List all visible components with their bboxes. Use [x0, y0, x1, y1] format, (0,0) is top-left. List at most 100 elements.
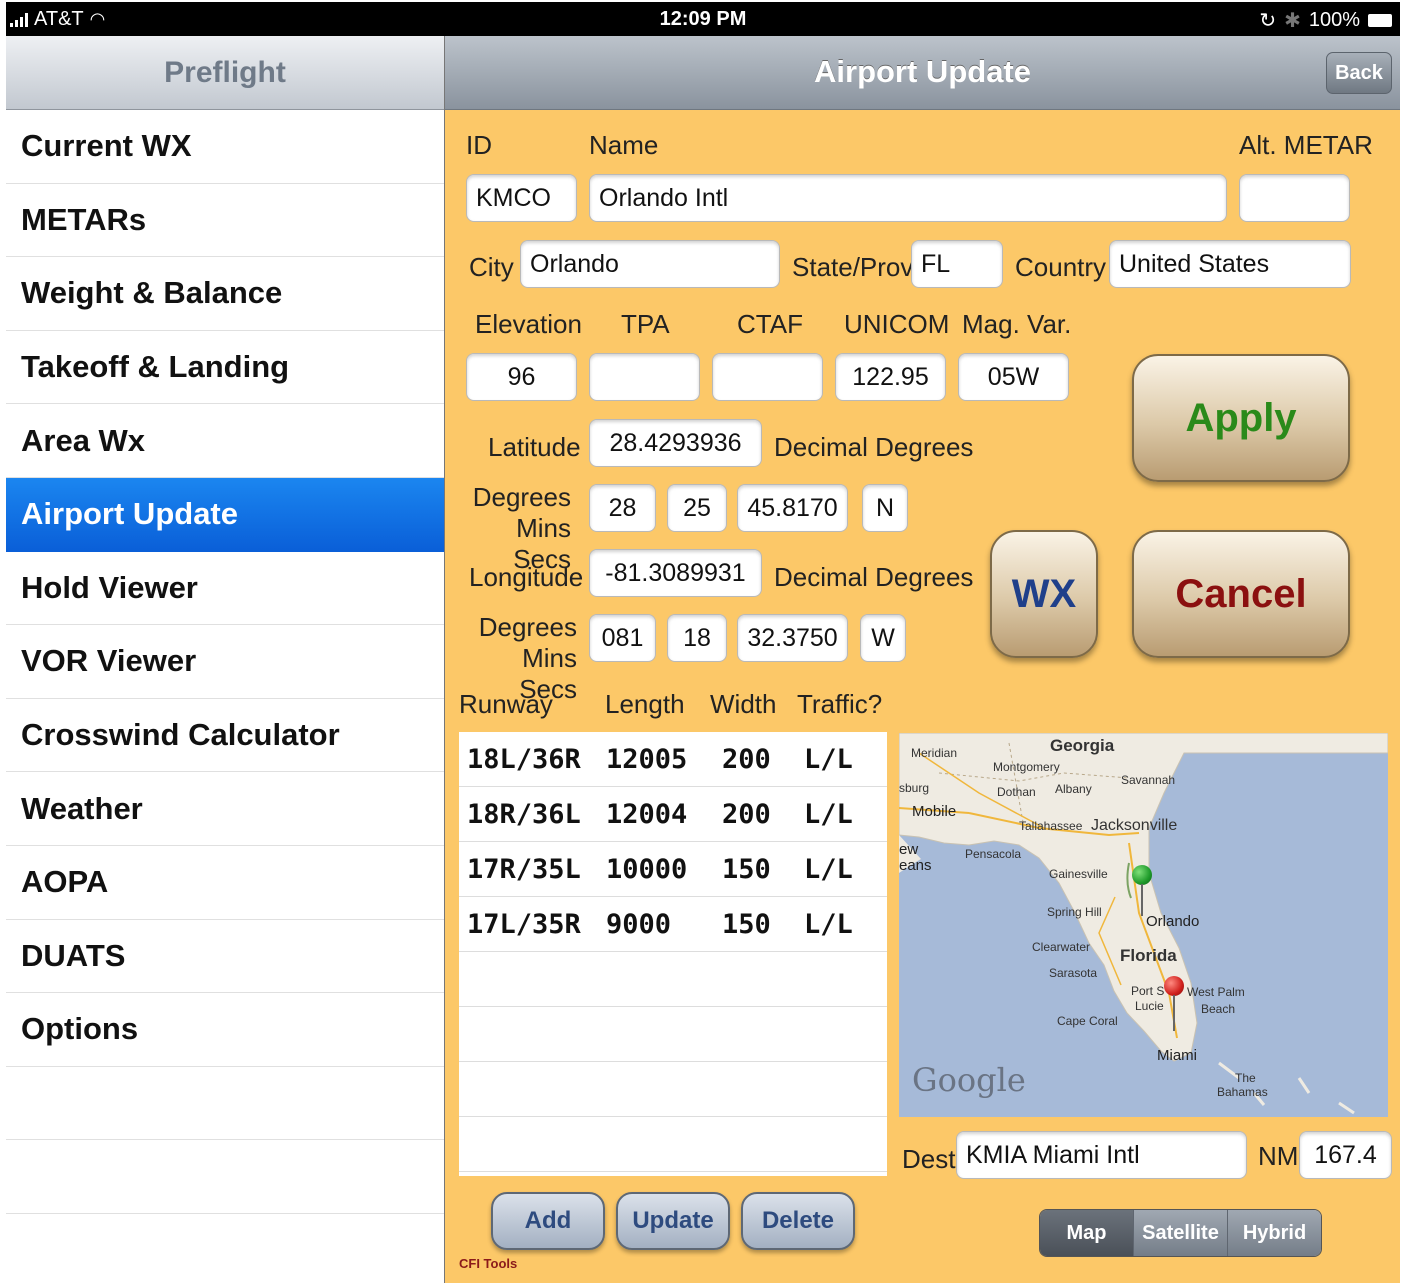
- map-label-mobile: Mobile: [912, 803, 957, 820]
- map-label-savannah: Savannah: [1121, 773, 1176, 787]
- lat-minutes-field[interactable]: 25: [667, 484, 727, 532]
- table-row[interactable]: 17R/35L 10000 150 L/L: [459, 842, 887, 897]
- page-title: Airport Update: [814, 54, 1031, 89]
- status-bar: AT&T ◠ 12:09 PM ↻ ✱ 100%: [6, 2, 1400, 36]
- table-row-empty[interactable]: [459, 1062, 887, 1117]
- table-row[interactable]: 17L/35R 9000 150 L/L: [459, 897, 887, 952]
- lat-degrees-field[interactable]: 28: [589, 484, 656, 532]
- add-runway-button[interactable]: Add: [491, 1192, 605, 1250]
- origin-pin-icon[interactable]: [1132, 865, 1152, 885]
- bluetooth-icon: ✱: [1284, 10, 1301, 32]
- state-field[interactable]: FL: [911, 240, 1003, 288]
- brand-label: CFI Tools: [459, 1256, 518, 1271]
- map-label-dothan: Dothan: [997, 785, 1036, 799]
- apply-button[interactable]: Apply: [1132, 354, 1350, 482]
- menu-empty-row: [6, 1214, 444, 1283]
- cancel-button[interactable]: Cancel: [1132, 530, 1350, 658]
- battery-icon: [1368, 14, 1392, 27]
- ctaf-label: CTAF: [737, 309, 803, 339]
- map-type-hybrid[interactable]: Hybrid: [1227, 1210, 1321, 1256]
- route-map[interactable]: Georgia Meridian Montgomery Savannah Dot…: [899, 733, 1388, 1117]
- map-label-cape-coral: Cape Coral: [1057, 1014, 1118, 1028]
- name-field[interactable]: Orlando Intl: [589, 174, 1227, 222]
- city-field[interactable]: Orlando: [520, 240, 780, 288]
- map-label-port-st: Port S: [1131, 984, 1165, 998]
- table-row[interactable]: 18R/36L 12004 200 L/L: [459, 787, 887, 842]
- table-row-empty[interactable]: [459, 952, 887, 1007]
- preflight-sidebar: Preflight Current WX METARs Weight & Bal…: [6, 36, 444, 1283]
- id-field[interactable]: KMCO: [466, 174, 577, 222]
- map-label-montgomery: Montgomery: [993, 760, 1060, 774]
- longitude-label: Longitude: [469, 562, 584, 592]
- map-type-satellite[interactable]: Satellite: [1133, 1210, 1227, 1256]
- lon-hemisphere-field[interactable]: W: [860, 614, 906, 662]
- map-label-jacksonville: Jacksonville: [1091, 817, 1178, 834]
- alt-metar-field[interactable]: [1239, 174, 1350, 222]
- lon-decimal-degrees-label: Decimal Degrees: [774, 562, 974, 592]
- menu-item-duats[interactable]: DUATS: [6, 920, 444, 994]
- menu-item-options[interactable]: Options: [6, 993, 444, 1067]
- runway-header: Runway: [459, 689, 553, 719]
- menu-item-weight-balance[interactable]: Weight & Balance: [6, 257, 444, 331]
- map-type-map[interactable]: Map: [1040, 1210, 1133, 1256]
- lon-seconds-field[interactable]: 32.3750: [737, 614, 848, 662]
- alt-metar-label: Alt. METAR: [1239, 130, 1373, 160]
- map-type-selector: Map Satellite Hybrid: [1039, 1209, 1322, 1257]
- menu-item-area-wx[interactable]: Area Wx: [6, 404, 444, 478]
- origin-pin-stem: [1141, 884, 1143, 916]
- dest-field[interactable]: KMIA Miami Intl: [956, 1131, 1247, 1179]
- dest-pin-icon[interactable]: [1164, 976, 1184, 996]
- map-label-gainesville: Gainesville: [1049, 867, 1108, 881]
- menu-item-crosswind-calculator[interactable]: Crosswind Calculator: [6, 699, 444, 773]
- nm-label: NM: [1258, 1141, 1299, 1171]
- table-row[interactable]: 18L/36R 12005 200 L/L: [459, 732, 887, 787]
- id-label: ID: [466, 130, 492, 160]
- clock: 12:09 PM: [659, 8, 747, 30]
- menu-empty-row: [6, 1067, 444, 1141]
- map-label-clearwater: Clearwater: [1032, 940, 1091, 954]
- name-label: Name: [589, 130, 659, 160]
- menu-item-current-wx[interactable]: Current WX: [6, 110, 444, 184]
- latitude-field[interactable]: 28.4293936: [589, 419, 762, 467]
- menu-item-weather[interactable]: Weather: [6, 772, 444, 846]
- map-label-bahamas: Bahamas: [1217, 1085, 1268, 1099]
- nm-field[interactable]: 167.4: [1299, 1131, 1392, 1179]
- table-row-empty[interactable]: [459, 1007, 887, 1062]
- menu-item-aopa[interactable]: AOPA: [6, 846, 444, 920]
- map-label-ew: ew: [899, 841, 919, 858]
- map-label-miami: Miami: [1157, 1047, 1197, 1064]
- map-label-sarasota: Sarasota: [1049, 966, 1098, 980]
- elevation-label: Elevation: [475, 309, 582, 339]
- width-header: Width: [710, 689, 777, 719]
- tpa-field[interactable]: [589, 353, 700, 401]
- menu-item-vor-viewer[interactable]: VOR Viewer: [6, 625, 444, 699]
- lat-seconds-field[interactable]: 45.8170: [737, 484, 848, 532]
- menu-item-airport-update[interactable]: Airport Update: [6, 477, 444, 552]
- map-label-the: The: [1235, 1071, 1256, 1085]
- back-button[interactable]: Back: [1326, 52, 1392, 94]
- ctaf-field[interactable]: [712, 353, 823, 401]
- menu-item-hold-viewer[interactable]: Hold Viewer: [6, 552, 444, 626]
- map-label-florida: Florida: [1120, 946, 1177, 965]
- map-label-orlando: Orlando: [1146, 913, 1200, 930]
- battery-percent: 100%: [1308, 9, 1360, 31]
- wx-button[interactable]: WX: [990, 530, 1098, 658]
- table-row-empty[interactable]: [459, 1117, 887, 1172]
- lat-hemisphere-field[interactable]: N: [862, 484, 908, 532]
- magvar-field[interactable]: 05W: [958, 353, 1069, 401]
- traffic-header: Traffic?: [797, 689, 883, 719]
- delete-runway-button[interactable]: Delete: [741, 1192, 855, 1250]
- unicom-field[interactable]: 122.95: [835, 353, 946, 401]
- lon-degrees-field[interactable]: 081: [589, 614, 656, 662]
- menu-item-takeoff-landing[interactable]: Takeoff & Landing: [6, 331, 444, 405]
- update-runway-button[interactable]: Update: [616, 1192, 730, 1250]
- lon-minutes-field[interactable]: 18: [667, 614, 727, 662]
- menu-item-metars[interactable]: METARs: [6, 184, 444, 258]
- menu-empty-row: [6, 1140, 444, 1214]
- country-field[interactable]: United States: [1109, 240, 1351, 288]
- sidebar-header: Preflight: [6, 36, 444, 110]
- rotation-lock-icon: ↻: [1259, 10, 1277, 32]
- nav-bar: Airport Update Back: [445, 36, 1400, 110]
- elevation-field[interactable]: 96: [466, 353, 577, 401]
- longitude-field[interactable]: -81.3089931: [589, 549, 762, 597]
